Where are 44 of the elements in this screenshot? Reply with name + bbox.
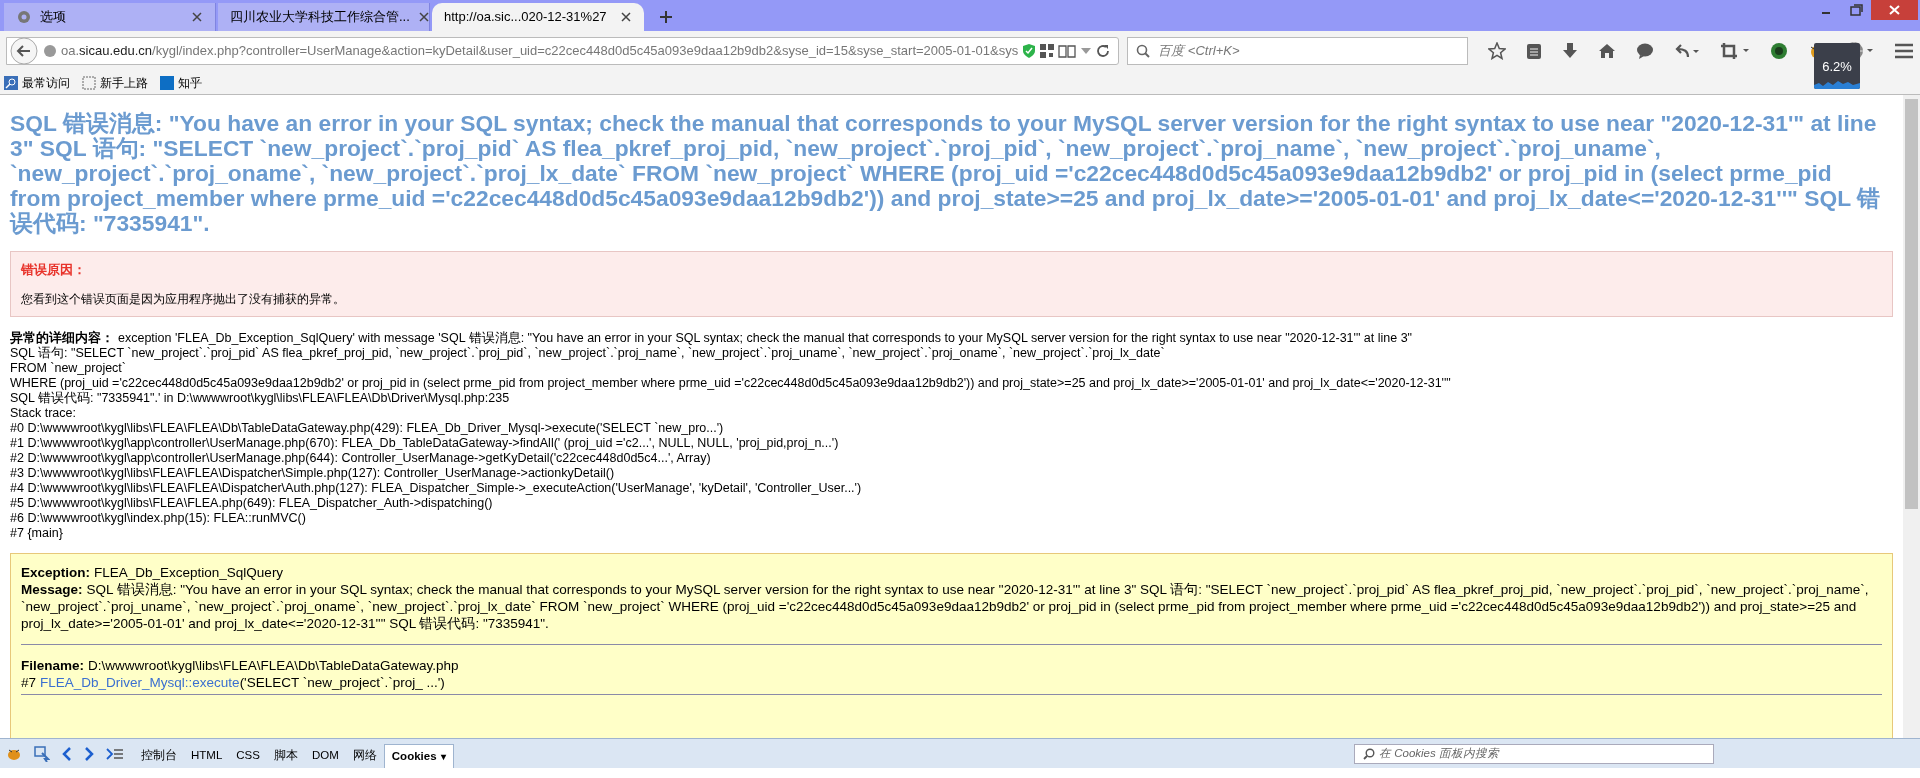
devtools-tab[interactable]: DOM [304, 744, 346, 768]
trace-line: #6 D:\wwwwroot\kygl\index.php(15): FLEA::runMVC() [10, 510, 306, 526]
exception-message: Message: SQL 错误消息: "You have an error in your SQL syntax; check the manual that corresponds to your MySQL server version for the right syntax to use near ''2020-12-31''' at line 3" SQL 语句: "SELECT `new_project`.`proj_pid` AS flea_pkref_proj_pid, `new_project`.`proj_pid`, `new_project`.`proj_name`, `new_project`.`proj_uname`, `new_project`.`proj_oname`, `new_project`.`proj_lx_date` FROM `new_project` WHERE (proj_uid ='c22cec448d0d5c45a093e9daa12b9db2' or proj_pid in (select prme_pid from project_member where prme_uid ='c22cec448d0d5c45a093e9daa12b9db2')) and proj_state>=25 and proj_lx_date>='2005-01-01' and proj_lx_date<='2020-12-31''" SQL 错误代码: "7335941". [21, 580, 1870, 632]
trace-line: #5 D:\wwwwroot\kygl\libs\FLEA\FLEA.php(649): FLEA_Dispatcher_Auth->dispatching() [10, 495, 493, 511]
devtools-tab[interactable]: 脚本 [266, 744, 305, 768]
trace-line: #7 {main} [10, 525, 63, 541]
reason-title: 错误原因： [21, 261, 87, 279]
bookmark-item[interactable]: 新手上路 [82, 73, 148, 92]
filename-text: Filename: D:\wwwwroot\kygl\libs\FLEA\FLEA\Db\TableDataGateway.php [21, 656, 460, 674]
browser-tab[interactable]: http://oa.sic...020-12-31%27 [432, 3, 644, 31]
trace-line: #0 D:\wwwwroot\kygl\libs\FLEA\FLEA\Db\TableDataGateway.php(429): FLEA_Db_Driver_Mysql->execute('SELECT `new_pro...') [10, 420, 724, 436]
panel-search-field[interactable]: 在 Cookies 面板内搜索 [1354, 743, 1714, 764]
trace-line: WHERE (proj_uid ='c22cec448d0d5c45a093e9daa12b9db2' or proj_pid in (select prme_pid from project_member where prme_uid ='c22cec448d0d5c45a093e9daa12b9db2')) and proj_state>=25 and proj_lx_date>='2005-01-01' and proj_lx_date<='2020-12-31''" [10, 375, 1451, 391]
address-field[interactable]: oa.sicau.edu.cn/kygl/index.php?controller=UserManage&action=kyDetail&user_uid=c22cec448d0d5c45a093e9daa12b9db2&syse_id=15&syse_start=2005-01-01&sys [6, 37, 1120, 65]
cpu-reading: 6.2% [1822, 60, 1852, 73]
devtools-tab[interactable]: 控制台 [134, 744, 184, 768]
search-input[interactable]: 百度 <Ctrl+K> [1158, 41, 1459, 61]
error-heading: SQL 错误消息: "You have an error in your SQL syntax; check the manual that corresponds to your MySQL server version for the right syntax to use near "2020-12-31'" at line 3" SQL 语句: "SELECT `new_project`.`proj_pid` AS flea_pkref_proj_pid, `new_project`.`proj_pid`, `new_project`.`proj_name`, `new_project`.`proj_uname`, `new_project`.`proj_oname`, `new_project`.`proj_lx_date` FROM `new_project` WHERE (proj_uid ='c22cec448d0d5c45a093e9daa12b9db2' or proj_pid in (select prme_pid from project_member where prme_uid ='c22cec448d0d5c45a093e9daa12b9db2')) and proj_state>=25 and proj_lx_date>='2005-01-01' and proj_lx_date<='2020-12-31''" SQL 错误代码: "7335941". [10, 111, 1882, 236]
devtools-tab[interactable]: Cookies ▾ [383, 744, 454, 768]
frame-arguments: ('SELECT `new_project`.`proj_ ...') [239, 673, 445, 691]
trace-line: #3 D:\wwwwroot\kygl\libs\FLEA\FLEA\Dispatcher\Simple.php(127): Controller_UserManage->actionkyDetail() [10, 465, 615, 481]
bookmark-item[interactable]: 知乎 [160, 73, 202, 92]
browser-tab[interactable]: 四川农业大学科技工作综合管... [218, 3, 430, 31]
devtools-tab[interactable]: HTML [184, 744, 230, 768]
frame-number: #7 [21, 673, 37, 691]
trace-line: #4 D:\wwwwroot\kygl\libs\FLEA\FLEA\Dispatcher\Auth.php(127): FLEA_Dispatcher_Simple->_executeAction('UserManage', 'kyDetail', 'Controller_User...') [10, 480, 862, 496]
trace-line: SQL 语句: "SELECT `new_project`.`proj_pid` AS flea_pkref_proj_pid, `new_project`.`proj_pid`, `new_project`.`proj_name`, `new_project`.`proj_uname`, `new_project`.`proj_oname`, `new_project`.`proj_lx_date` [10, 345, 1165, 361]
details-label: 异常的详细内容： [10, 330, 114, 346]
devtools-tab[interactable]: 网络 [345, 744, 384, 768]
bookmark-item[interactable]: 最常访问 [4, 73, 70, 92]
caret-icon[interactable]: ▾ [440, 749, 446, 764]
trace-line: Stack trace: [10, 405, 76, 421]
search-input[interactable]: 在 Cookies 面板内搜索 [1379, 744, 1705, 763]
exception-name: Exception: FLEA_Db_Exception_SqlQuery [21, 563, 285, 581]
browser-tab[interactable]: 选项 [4, 3, 216, 31]
devtools-tab[interactable]: CSS [229, 744, 267, 768]
function-link[interactable]: FLEA_Db_Driver_Mysql::execute [40, 673, 240, 691]
trace-line: #1 D:\wwwwroot\kygl\app\controller\UserManage.php(670): FLEA_Db_TableDataGateway->findAll(' (proj_uid ='c2...', NULL, NULL, 'proj_pid,proj_n...') [10, 435, 839, 451]
reason-text: 您看到这个错误页面是因为应用程序抛出了没有捕获的异常。 [21, 290, 346, 308]
search-field[interactable]: 百度 <Ctrl+K> [1127, 37, 1468, 65]
trace-line: SQL 错误代码: "7335941".' in D:\wwwwroot\kygl\libs\FLEA\FLEA\Db\Driver\Mysql.php:235 [10, 390, 510, 406]
trace-line: #2 D:\wwwwroot\kygl\app\controller\UserManage.php(644): Controller_UserManage->getKyDetail('c22cec448d0d5c4...', Array) [10, 450, 711, 466]
trace-line: FROM `new_project` [10, 360, 126, 376]
trace-line: exception 'FLEA_Db_Exception_SqlQuery' with message 'SQL 错误消息: "You have an error in your SQL syntax; check the manual that corresponds to your MySQL server version for the right syntax to use near "2020-12-31'" at line 3" [118, 330, 1413, 346]
